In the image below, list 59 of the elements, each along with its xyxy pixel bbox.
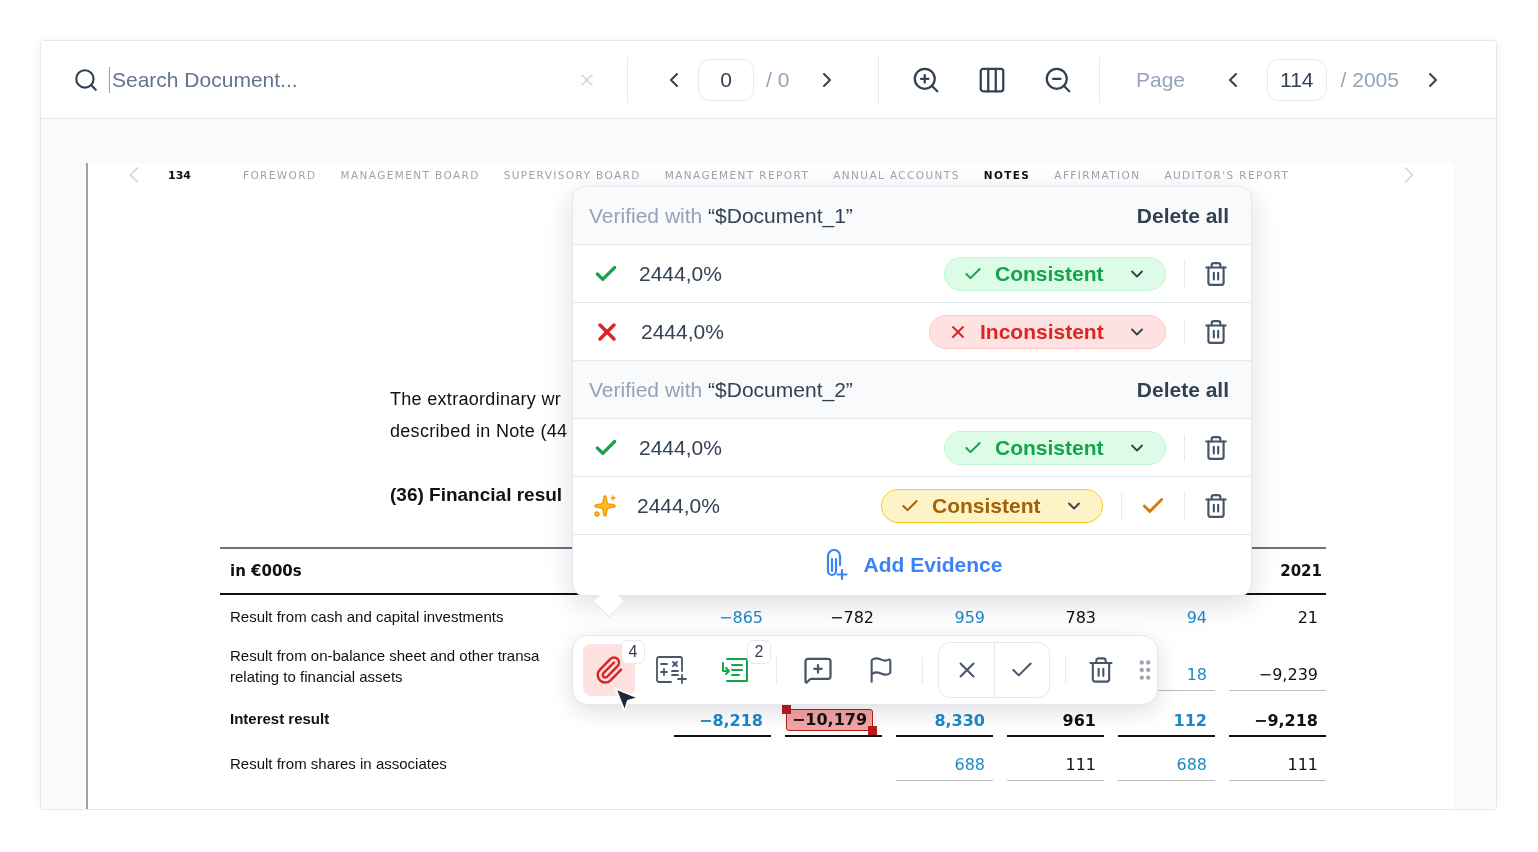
delete-all-button[interactable]: Delete all — [1136, 203, 1229, 228]
group-title: Verified with “$Document_1” — [589, 203, 853, 228]
delete-icon[interactable] — [1203, 434, 1229, 461]
row-label: Result from shares in associates — [230, 753, 447, 774]
verdict-dropdown[interactable]: Inconsistent — [929, 314, 1166, 349]
page-number-field[interactable]: 114 — [1267, 58, 1327, 101]
section-link[interactable]: AUDITOR'S REPORT — [1164, 169, 1290, 181]
count-badge: 4 — [621, 640, 645, 664]
page-label: Page — [1136, 67, 1186, 92]
section-link[interactable]: AFFIRMATION — [1054, 169, 1141, 181]
section-link[interactable]: SUPERVISORY BOARD — [503, 169, 641, 181]
count-badge: 2 — [747, 640, 771, 664]
table-cell-text: −782 — [829, 606, 875, 629]
table-cell-text: −865 — [718, 606, 764, 629]
list-arrow-icon[interactable] — [719, 655, 751, 685]
table-cell: 688 — [1118, 749, 1215, 781]
verdict-dropdown[interactable]: Consistent — [944, 430, 1166, 465]
paperclip-icon[interactable] — [594, 655, 624, 685]
page-number: 134 — [168, 168, 191, 182]
row-label: Interest result — [230, 708, 330, 729]
delete-icon[interactable] — [1203, 492, 1229, 519]
delete-icon[interactable] — [1203, 318, 1229, 345]
add-evidence-button[interactable]: Add Evidence — [573, 535, 1251, 595]
match-total: / 0 — [766, 67, 790, 92]
trash-icon[interactable] — [1087, 656, 1115, 684]
search-icon — [73, 66, 99, 93]
page-total: / 2005 — [1340, 67, 1399, 92]
group-title: Verified with “$Document_2” — [589, 377, 853, 402]
section-link[interactable]: MANAGEMENT BOARD — [340, 169, 480, 181]
comment-plus-icon[interactable] — [803, 655, 833, 685]
table-cell: 688 — [896, 749, 993, 781]
table-cell: 111 — [1229, 749, 1326, 781]
column-header: in €000s — [230, 562, 302, 580]
section-heading: (36) Financial resul — [390, 483, 563, 507]
paragraph: The extraordinary wr described in Note (44 — [390, 388, 568, 443]
verified-value: 2444,0% — [639, 435, 722, 460]
table-cell: 111 — [1007, 749, 1104, 781]
match-number-field[interactable]: 0 — [698, 58, 754, 101]
table-cell: −9,218 — [1229, 705, 1326, 737]
section-link[interactable]: ANNUAL ACCOUNTS — [833, 169, 960, 181]
verdict-dropdown[interactable]: Consistent — [881, 488, 1103, 523]
verified-value: 2444,0% — [637, 493, 720, 518]
verified-value: 2444,0% — [641, 319, 724, 344]
delete-all-button[interactable]: Delete all — [1136, 377, 1229, 402]
table-cell-text: 21 — [1296, 606, 1319, 629]
column-header: 2021 — [1280, 562, 1322, 580]
table-cell-text: 783 — [1064, 606, 1097, 629]
verdict-dropdown[interactable]: Consistent — [944, 256, 1166, 291]
calculator-plus-icon[interactable] — [655, 655, 689, 685]
verified-value: 2444,0% — [639, 261, 722, 286]
table-cell: −9,239 — [1229, 659, 1326, 691]
row-label: Result from on-balance sheet and other transa relating to financial assets — [230, 646, 540, 687]
row-label: Result from cash and capital investments — [230, 606, 504, 627]
section-link[interactable]: FOREWORD — [242, 169, 317, 181]
delete-icon[interactable] — [1203, 260, 1229, 287]
table-cell-text: 959 — [953, 606, 986, 629]
table-cell-text: 94 — [1185, 606, 1208, 629]
section-link[interactable]: NOTES — [983, 169, 1031, 181]
section-link[interactable]: MANAGEMENT REPORT — [664, 169, 810, 181]
